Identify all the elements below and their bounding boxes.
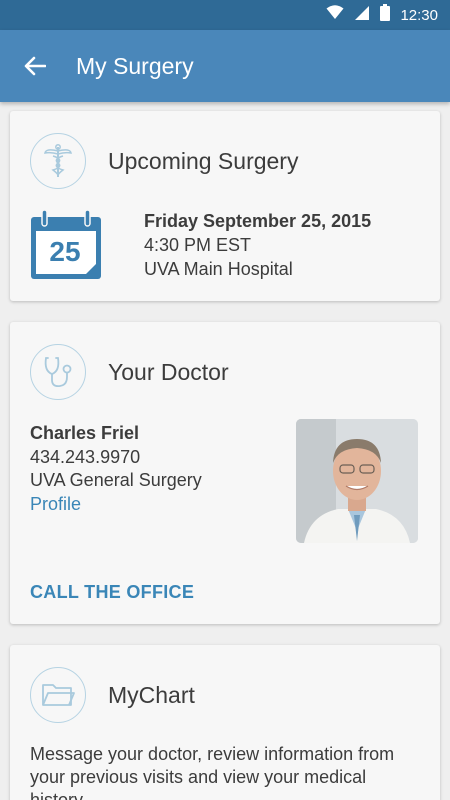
surgery-details: 25 Friday September 25, 2015 4:30 PM EST… xyxy=(10,209,440,281)
calendar-icon: 25 xyxy=(30,209,102,281)
caduceus-icon xyxy=(30,133,86,189)
stethoscope-icon xyxy=(30,344,86,400)
calendar-day: 25 xyxy=(49,236,81,267)
page-title: My Surgery xyxy=(76,52,194,79)
surgery-info: Friday September 25, 2015 4:30 PM EST UV… xyxy=(144,209,371,281)
folder-icon xyxy=(30,667,86,723)
call-office-button[interactable]: CALL THE OFFICE xyxy=(30,582,194,603)
surgery-time: 4:30 PM EST xyxy=(144,235,252,255)
status-time: 12:30 xyxy=(400,6,438,24)
battery-icon xyxy=(380,4,391,26)
surgery-location: UVA Main Hospital xyxy=(144,259,293,279)
mychart-description: Message your doctor, review information … xyxy=(30,744,395,800)
arrow-left-icon xyxy=(24,56,46,76)
surgery-card-header: Upcoming Surgery xyxy=(10,111,440,211)
mychart-card[interactable]: MyChart Message your doctor, review info… xyxy=(10,645,440,800)
mychart-card-header: MyChart xyxy=(10,645,440,745)
mychart-card-title: MyChart xyxy=(108,681,195,708)
status-bar: 12:30 xyxy=(0,0,450,30)
surgery-date: Friday September 25, 2015 xyxy=(144,211,372,231)
signal-icon xyxy=(354,5,370,26)
app-bar: My Surgery xyxy=(0,30,450,102)
surgery-card-title: Upcoming Surgery xyxy=(108,147,299,174)
upcoming-surgery-card[interactable]: Upcoming Surgery 25 Friday September 25,… xyxy=(10,111,440,301)
wifi-icon xyxy=(326,5,344,25)
doctor-details: Charles Friel 434.243.9970 UVA General S… xyxy=(10,419,440,543)
doctor-card-title: Your Doctor xyxy=(108,358,229,385)
your-doctor-card: Your Doctor Charles Friel 434.243.9970 U… xyxy=(10,322,440,624)
back-button[interactable] xyxy=(0,30,70,102)
doctor-card-header: Your Doctor xyxy=(10,322,440,422)
doctor-photo xyxy=(296,419,418,543)
